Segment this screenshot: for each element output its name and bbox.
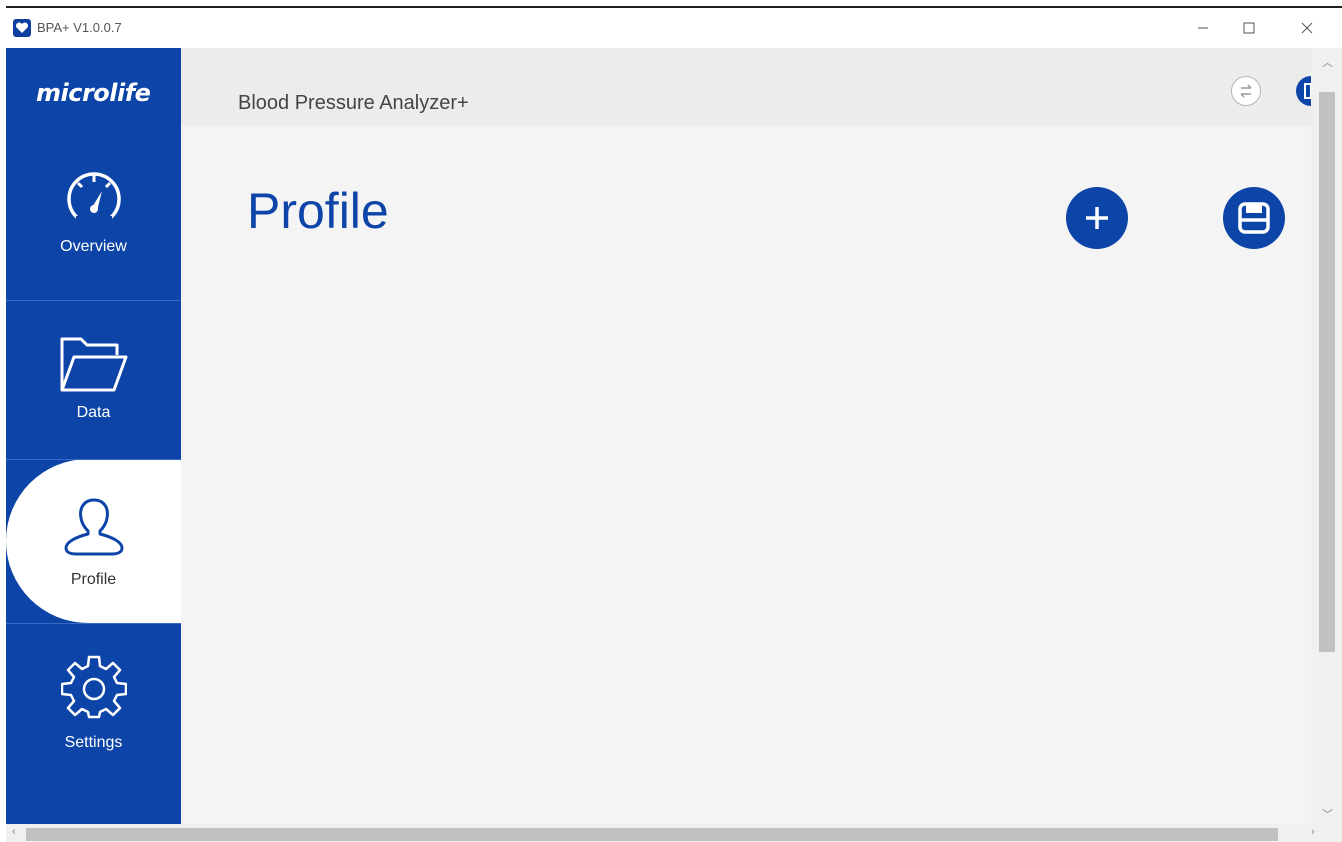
close-button[interactable]	[1284, 8, 1330, 48]
save-icon	[1238, 202, 1270, 234]
gauge-icon	[64, 171, 124, 230]
sidebar-item-label: Profile	[70, 571, 117, 588]
scroll-left-icon[interactable]: ‹	[12, 826, 16, 838]
sync-icon[interactable]	[1231, 76, 1261, 106]
scroll-up-icon[interactable]: ︿	[1322, 54, 1333, 70]
sidebar-item-label: Data	[76, 404, 111, 421]
sidebar-item-label: Overview	[60, 238, 127, 255]
save-profile-button[interactable]	[1223, 187, 1285, 249]
minimize-button[interactable]	[1180, 8, 1226, 48]
user-icon	[62, 496, 126, 561]
scroll-down-icon[interactable]: ﹀	[1322, 806, 1333, 822]
add-profile-button[interactable]	[1066, 187, 1128, 249]
scroll-right-icon[interactable]: ›	[1311, 826, 1315, 838]
folder-icon	[59, 335, 129, 400]
horizontal-scrollbar[interactable]: ‹ ›	[6, 824, 1342, 842]
app-header: Blood Pressure Analyzer+	[181, 48, 1326, 126]
sidebar-item-data[interactable]: Data	[6, 300, 181, 465]
sidebar: microlife Overview Data Profile Settings	[6, 48, 181, 824]
sidebar-item-overview[interactable]: Overview	[6, 139, 181, 304]
app-name: Blood Pressure Analyzer+	[238, 92, 469, 114]
maximize-button[interactable]	[1226, 8, 1272, 48]
sidebar-item-label: Settings	[64, 734, 123, 751]
title-bar: BPA+ V1.0.0.7	[6, 8, 1342, 48]
vertical-scroll-thumb[interactable]	[1319, 92, 1335, 652]
app-heart-icon	[13, 19, 31, 37]
page-title: Profile	[247, 183, 389, 239]
vertical-scrollbar[interactable]: ︿ ﹀	[1311, 48, 1342, 824]
sidebar-item-profile[interactable]: Profile	[6, 460, 181, 625]
app-window: BPA+ V1.0.0.7 microlife Overview Data Pr…	[6, 6, 1342, 842]
window-title: BPA+ V1.0.0.7	[37, 20, 122, 35]
gear-icon	[60, 655, 127, 726]
main-content: Blood Pressure Analyzer+ Profile	[181, 48, 1326, 824]
microlife-logo: microlife	[36, 79, 151, 107]
sidebar-item-settings[interactable]: Settings	[6, 624, 181, 789]
plus-icon	[1086, 207, 1108, 229]
horizontal-scroll-thumb[interactable]	[26, 828, 1278, 841]
